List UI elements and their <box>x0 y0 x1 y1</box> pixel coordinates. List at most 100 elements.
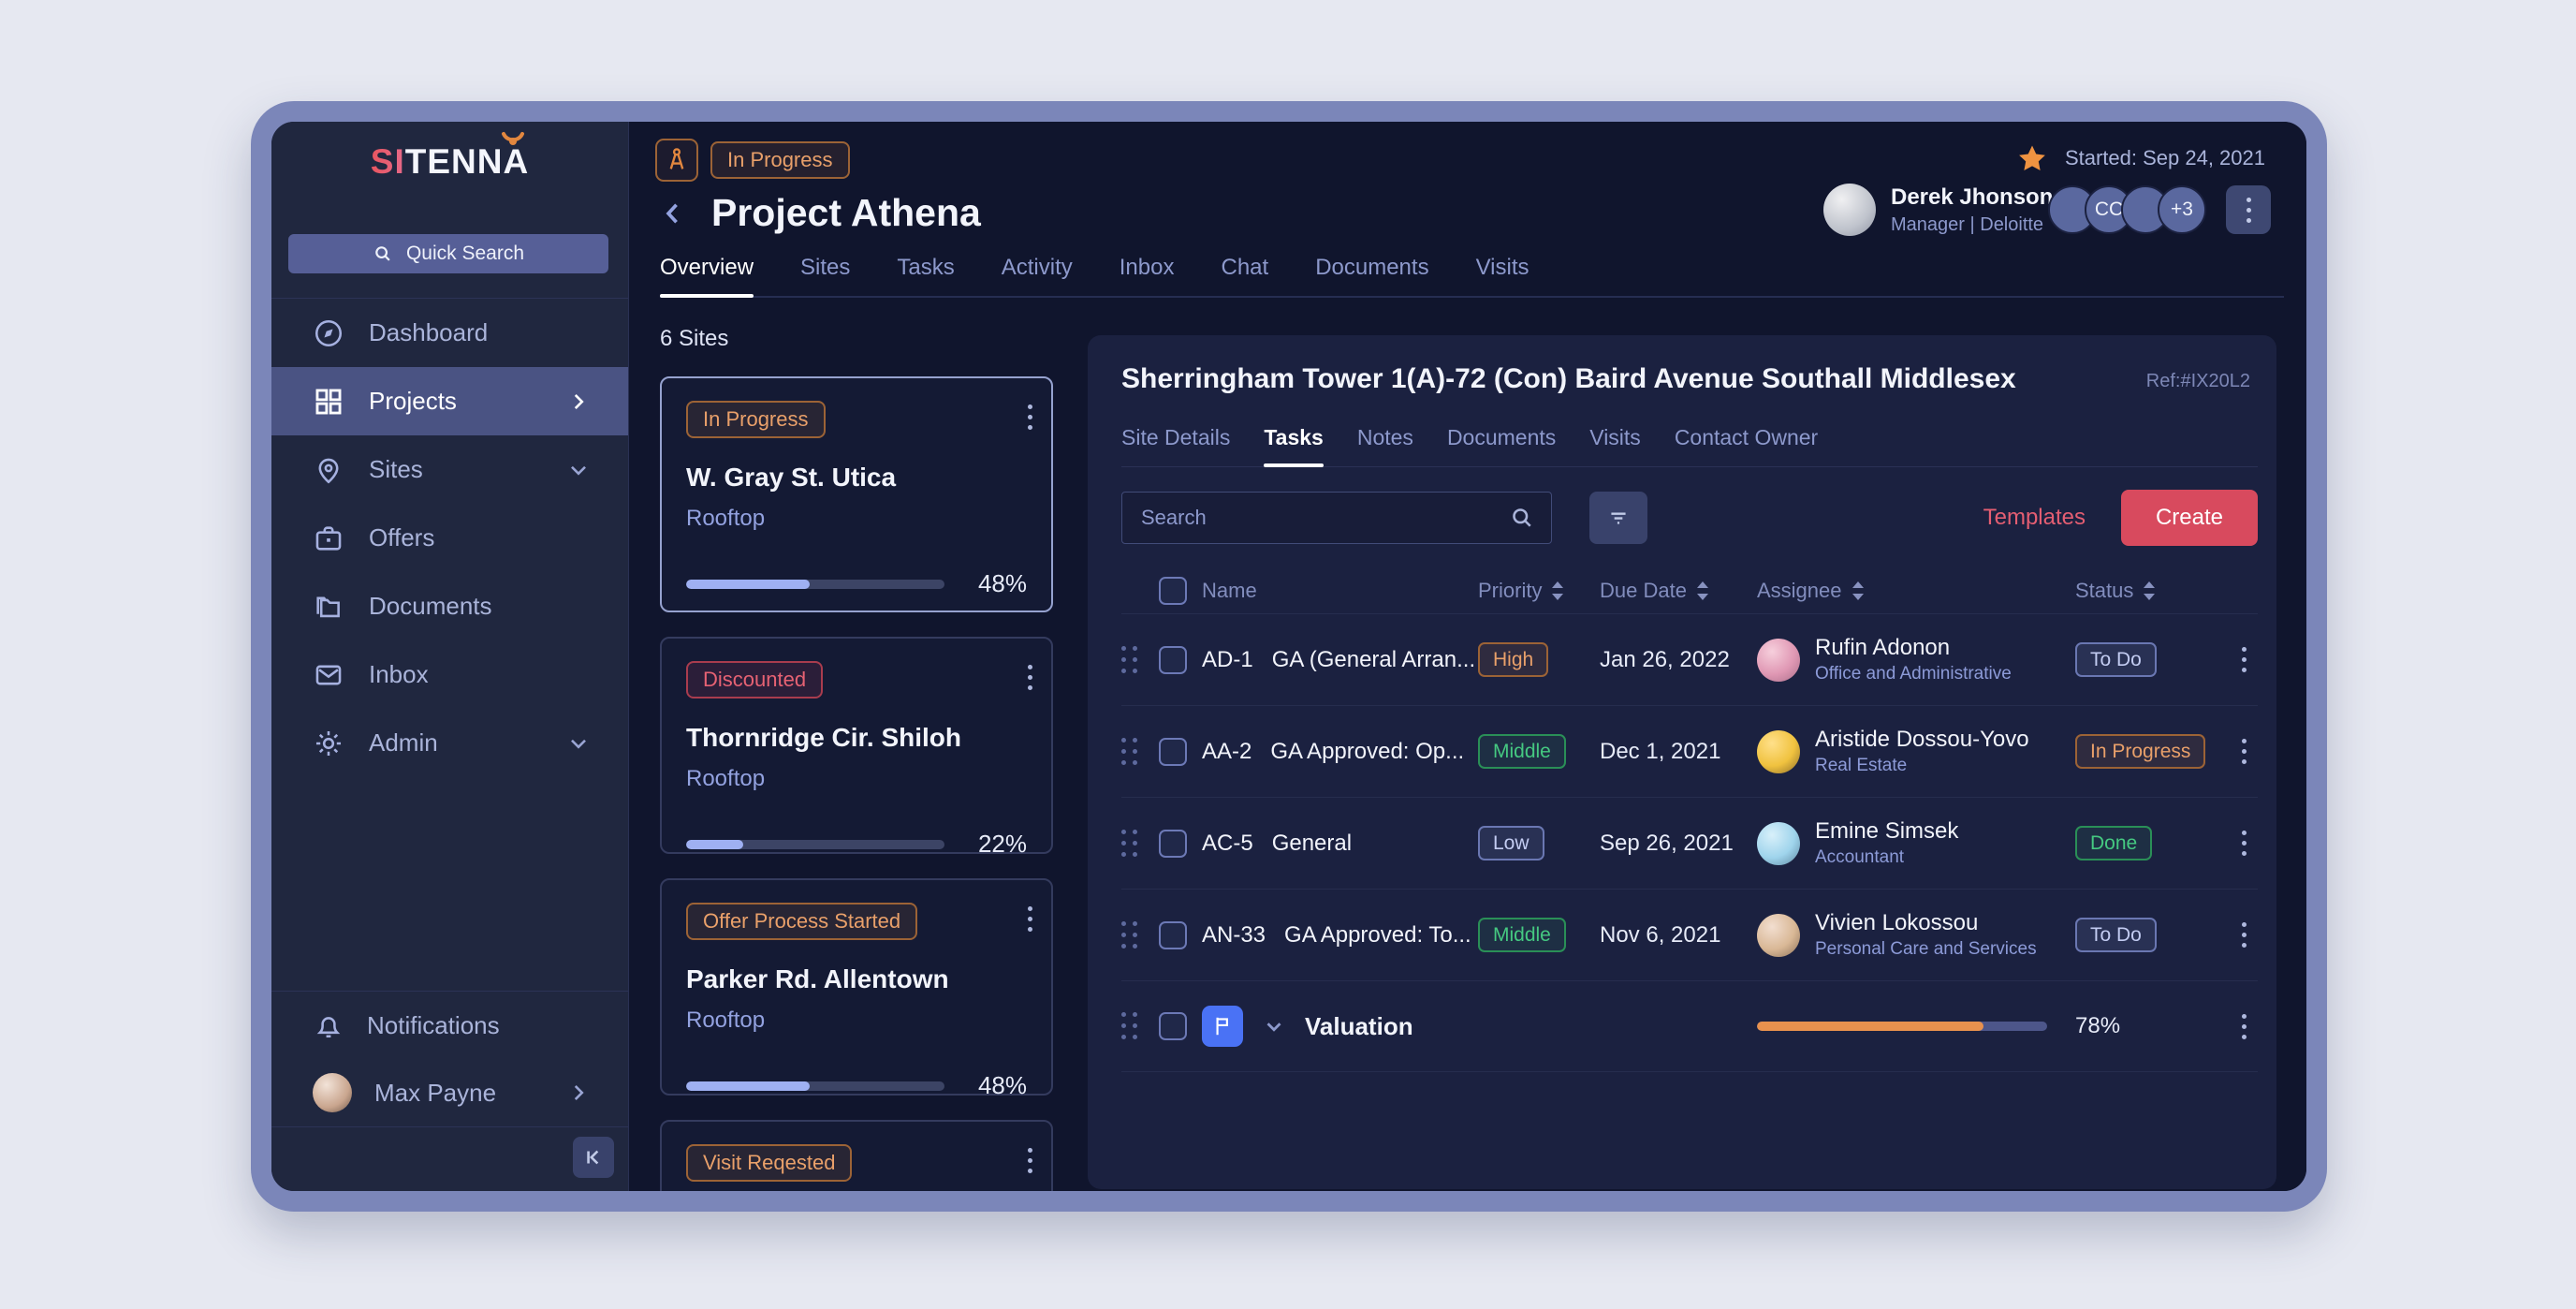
sidebar-item-projects[interactable]: Projects <box>271 367 628 435</box>
drag-handle-icon[interactable] <box>1121 1012 1138 1040</box>
sidebar-item-inbox[interactable]: Inbox <box>271 640 628 709</box>
collapse-icon <box>581 1145 606 1169</box>
tab-chat[interactable]: Chat <box>1221 255 1268 296</box>
tab-activity[interactable]: Activity <box>1002 255 1073 296</box>
site-card[interactable]: Visit Reqested Cedar House 1-68 <box>660 1120 1053 1191</box>
project-tabs: Overview Sites Tasks Activity Inbox Chat… <box>660 255 2284 298</box>
notifications-item[interactable]: Notifications <box>271 992 628 1059</box>
row-checkbox[interactable] <box>1159 921 1187 949</box>
row-menu-button[interactable] <box>2236 917 2252 953</box>
briefcase-icon <box>313 522 344 554</box>
row-menu-button[interactable] <box>2236 1008 2252 1045</box>
select-all-checkbox[interactable] <box>1159 577 1187 605</box>
table-row[interactable]: AC-5General Low Sep 26, 2021 Emine Simse… <box>1121 797 2258 889</box>
sidebar-collapse-button[interactable] <box>573 1137 614 1178</box>
site-card[interactable]: Offer Process Started Parker Rd. Allento… <box>660 878 1053 1096</box>
sidebar-item-dashboard[interactable]: Dashboard <box>271 299 628 367</box>
table-row[interactable]: AA-2GA Approved: Op... Middle Dec 1, 202… <box>1121 705 2258 797</box>
tab-site-details[interactable]: Site Details <box>1121 425 1230 466</box>
filter-button[interactable] <box>1589 492 1647 544</box>
tab-overview[interactable]: Overview <box>660 255 754 296</box>
tab-visits[interactable]: Visits <box>1589 425 1641 466</box>
row-checkbox[interactable] <box>1159 646 1187 674</box>
table-row[interactable]: AN-33GA Approved: To... Middle Nov 6, 20… <box>1121 889 2258 980</box>
card-menu-button[interactable] <box>1022 901 1038 937</box>
drag-handle-icon[interactable] <box>1121 646 1138 674</box>
row-menu-button[interactable] <box>2236 641 2252 678</box>
sidebar-item-label: Inbox <box>369 660 591 689</box>
table-header: Name Priority Due Date Assignee Status <box>1121 568 2258 613</box>
drag-handle-icon[interactable] <box>1121 738 1138 766</box>
task-group-row[interactable]: Valuation 78% <box>1121 980 2258 1072</box>
sidebar-item-admin[interactable]: Admin <box>271 709 628 777</box>
sort-icon[interactable] <box>1696 581 1709 601</box>
assignee-role: Office and Administrative <box>1815 664 2012 684</box>
priority-badge: Middle <box>1478 734 1566 769</box>
row-checkbox[interactable] <box>1159 830 1187 858</box>
sidebar-item-offers[interactable]: Offers <box>271 504 628 572</box>
row-menu-button[interactable] <box>2236 825 2252 861</box>
tab-notes[interactable]: Notes <box>1357 425 1413 466</box>
quick-search-label: Quick Search <box>406 243 524 265</box>
app-logo: SITENNA <box>271 142 628 182</box>
sidebar-item-label: Sites <box>369 455 542 484</box>
chevron-right-icon <box>566 1081 591 1105</box>
chevron-down-icon <box>566 731 591 756</box>
column-due-date: Due Date <box>1600 579 1687 603</box>
tab-inbox[interactable]: Inbox <box>1120 255 1175 296</box>
sidebar-item-sites[interactable]: Sites <box>271 435 628 504</box>
chevron-right-icon <box>566 390 591 414</box>
user-item[interactable]: Max Payne <box>271 1059 628 1126</box>
task-name: General <box>1272 831 1352 857</box>
tab-documents[interactable]: Documents <box>1447 425 1556 466</box>
flag-button[interactable] <box>1202 1006 1243 1047</box>
card-menu-button[interactable] <box>1022 1142 1038 1179</box>
sidebar: SITENNA Quick Search Dashboard Projects … <box>271 122 629 1191</box>
star-icon[interactable] <box>2016 142 2048 174</box>
avatar <box>1757 730 1800 773</box>
task-name: GA (General Arran... <box>1272 647 1475 673</box>
tab-tasks[interactable]: Tasks <box>897 255 954 296</box>
templates-link[interactable]: Templates <box>1983 505 2086 531</box>
site-card[interactable]: In Progress W. Gray St. Utica Rooftop 48… <box>660 376 1053 612</box>
chevron-down-icon[interactable] <box>1262 1014 1286 1038</box>
sort-icon[interactable] <box>1852 581 1865 601</box>
team-avatar-group[interactable]: CC +3 <box>2048 185 2206 234</box>
task-id: AA-2 <box>1202 739 1251 765</box>
card-menu-button[interactable] <box>1022 659 1038 696</box>
row-checkbox[interactable] <box>1159 738 1187 766</box>
sites-count-label: 6 Sites <box>660 326 1053 352</box>
project-menu-button[interactable] <box>2226 185 2271 234</box>
project-status-badge: In Progress <box>710 141 850 179</box>
avatar <box>1757 822 1800 865</box>
page-title: Project Athena <box>711 191 981 235</box>
site-panel-tabs: Site Details Tasks Notes Documents Visit… <box>1121 425 2258 467</box>
chevron-left-icon <box>657 198 689 229</box>
table-row[interactable]: AD-1GA (General Arran... High Jan 26, 20… <box>1121 613 2258 705</box>
started-date: Started: Sep 24, 2021 <box>2065 146 2265 170</box>
card-menu-button[interactable] <box>1022 399 1038 435</box>
row-checkbox[interactable] <box>1159 1012 1187 1040</box>
create-button[interactable]: Create <box>2121 490 2258 546</box>
back-button[interactable] <box>657 198 689 229</box>
row-menu-button[interactable] <box>2236 733 2252 770</box>
sort-icon[interactable] <box>2143 581 2156 601</box>
compass-icon <box>313 317 344 349</box>
tab-sites[interactable]: Sites <box>800 255 850 296</box>
tab-tasks[interactable]: Tasks <box>1264 425 1324 466</box>
column-status: Status <box>2075 579 2133 603</box>
project-type-button[interactable] <box>655 139 698 182</box>
sidebar-item-documents[interactable]: Documents <box>271 572 628 640</box>
manager-name: Derek Jhonson <box>1891 184 2053 211</box>
quick-search-button[interactable]: Quick Search <box>288 234 608 273</box>
sidebar-item-label: Projects <box>369 387 542 416</box>
tab-visits[interactable]: Visits <box>1476 255 1530 296</box>
drag-handle-icon[interactable] <box>1121 921 1138 949</box>
tab-documents[interactable]: Documents <box>1315 255 1428 296</box>
sort-icon[interactable] <box>1551 581 1564 601</box>
site-card[interactable]: Discounted Thornridge Cir. Shiloh Roofto… <box>660 637 1053 854</box>
gear-icon <box>313 728 344 759</box>
tab-contact-owner[interactable]: Contact Owner <box>1675 425 1818 466</box>
drag-handle-icon[interactable] <box>1121 830 1138 858</box>
task-search-input[interactable] <box>1121 492 1552 544</box>
